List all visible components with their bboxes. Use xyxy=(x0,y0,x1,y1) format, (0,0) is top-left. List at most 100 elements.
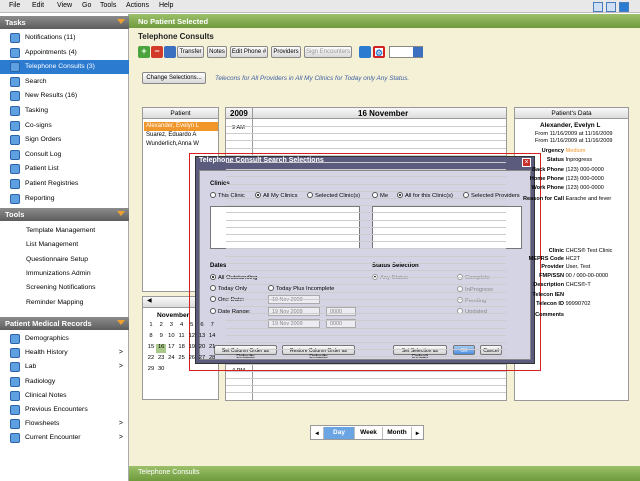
menu-actions[interactable]: Actions xyxy=(126,2,149,9)
sidebar-item-search[interactable]: Search xyxy=(0,75,129,89)
sidebar-item-consult-log[interactable]: Consult Log xyxy=(0,148,129,162)
calendar-day[interactable]: 19 xyxy=(187,344,197,353)
calendar-day[interactable]: 17 xyxy=(166,344,176,353)
calendar-day[interactable]: 26 xyxy=(187,355,197,364)
calendar-day[interactable]: 5 xyxy=(187,322,197,331)
tab-month[interactable]: Month xyxy=(382,427,411,439)
ien-row: Telecon IEN xyxy=(516,292,564,298)
calendar-day[interactable]: 10 xyxy=(166,333,176,342)
print-dropdown[interactable] xyxy=(389,46,423,58)
chevron-down-icon xyxy=(117,320,125,325)
calendar-day[interactable]: 9 xyxy=(156,333,166,342)
calendar-day[interactable]: 23 xyxy=(156,355,166,364)
tab-day[interactable]: Day xyxy=(323,427,354,439)
sidebar-item-sign-orders[interactable]: Sign Orders xyxy=(0,133,129,147)
edit-phone-button[interactable]: Edit Phone # xyxy=(230,46,268,58)
refresh-icon[interactable] xyxy=(359,46,371,58)
calendar-day[interactable]: 16 xyxy=(156,344,167,353)
calendar-day[interactable]: 12 xyxy=(187,333,197,342)
records-item[interactable]: Previous Encounters xyxy=(0,403,129,417)
cosign-icon xyxy=(10,120,20,131)
calendar-day[interactable]: 30 xyxy=(156,366,166,375)
providers-button[interactable]: Providers xyxy=(271,46,301,58)
menu-go[interactable]: Go xyxy=(82,2,91,9)
tools-item[interactable]: Screening Notifications xyxy=(0,281,129,295)
filter-description: Telecons for All Providers in All My Cli… xyxy=(215,75,410,82)
tools-item[interactable]: List Management xyxy=(0,238,129,252)
flowsheets-icon xyxy=(10,419,20,430)
menu-view[interactable]: View xyxy=(57,2,72,9)
tab-week[interactable]: Week xyxy=(354,427,382,439)
records-item[interactable]: Current Encounter > xyxy=(0,431,129,445)
tools-item[interactable]: Template Management xyxy=(0,224,129,238)
settings-gear-icon[interactable]: ⚙ xyxy=(373,46,385,58)
calendar-day[interactable]: 1 xyxy=(146,322,156,331)
next-arrow-icon[interactable]: ▸ xyxy=(411,427,423,439)
calendar-day[interactable]: 13 xyxy=(197,333,207,342)
calendar-day[interactable]: 29 xyxy=(146,366,156,375)
sign-encounters-button[interactable]: Sign Encounters xyxy=(304,46,352,58)
comments-row: Comments xyxy=(516,312,564,318)
patient-column-header[interactable]: Patient xyxy=(143,108,218,119)
sidebar-item-results[interactable]: New Results (16) xyxy=(0,89,129,103)
calendar-day[interactable]: 11 xyxy=(177,333,187,342)
calendar-day[interactable]: 25 xyxy=(177,355,187,364)
tools-item[interactable]: Immunizations Admin xyxy=(0,267,129,281)
records-item[interactable]: Lab > xyxy=(0,360,129,374)
menu-file[interactable]: File xyxy=(9,2,20,9)
tasks-header[interactable]: Tasks xyxy=(0,16,129,29)
sidebar-item-reporting[interactable]: Reporting xyxy=(0,192,129,206)
tools-header[interactable]: Tools xyxy=(0,208,129,221)
calendar-day[interactable]: 15 xyxy=(146,344,156,353)
sidebar-item-registries[interactable]: Patient Registries xyxy=(0,177,129,191)
calendar-day[interactable]: 14 xyxy=(207,333,217,342)
calendar-day[interactable]: 27 xyxy=(197,355,207,364)
prev-year-button[interactable]: ◀ xyxy=(147,297,152,304)
sidebar-item-notifications[interactable]: Notifications (11) xyxy=(0,31,129,45)
menu-help[interactable]: Help xyxy=(159,2,173,9)
notes-button[interactable]: Notes xyxy=(207,46,227,58)
sidebar-item-tasking[interactable]: Tasking xyxy=(0,104,129,118)
sidebar-item-appointments[interactable]: Appointments (4) xyxy=(0,46,129,60)
calendar-day[interactable]: 2 xyxy=(156,322,166,331)
calendar-day[interactable]: 20 xyxy=(197,344,207,353)
calendar-day[interactable]: 3 xyxy=(166,322,176,331)
time-slot-line xyxy=(226,327,506,329)
list-item[interactable]: Wunderlich,Anna W xyxy=(144,140,218,149)
records-item[interactable]: Demographics xyxy=(0,332,129,346)
grid-icon[interactable] xyxy=(593,2,603,12)
change-selections-button[interactable]: Change Selections... xyxy=(142,72,206,84)
encounters-icon xyxy=(10,405,20,415)
sidebar-item-patient-list[interactable]: Patient List xyxy=(0,162,129,176)
list-item[interactable]: Alexander, Evelyn L xyxy=(144,122,218,131)
calendar-day[interactable]: 24 xyxy=(166,355,176,364)
records-header[interactable]: Patient Medical Records xyxy=(0,317,129,330)
add-button[interactable]: + xyxy=(138,46,150,58)
records-item[interactable]: Flowsheets > xyxy=(0,417,129,431)
remove-button[interactable]: − xyxy=(151,46,163,58)
records-item[interactable]: Radiology xyxy=(0,375,129,389)
calendar-day[interactable]: 18 xyxy=(177,344,187,353)
menu-tools[interactable]: Tools xyxy=(100,2,116,9)
calendar-day[interactable]: 21 xyxy=(207,344,217,353)
calendar-day[interactable]: 28 xyxy=(207,355,217,364)
tools-item[interactable]: Reminder Mapping xyxy=(0,296,129,310)
records-item[interactable]: Clinical Notes xyxy=(0,389,129,403)
tools-item[interactable]: Questionnaire Setup xyxy=(0,253,129,267)
menu-edit[interactable]: Edit xyxy=(32,2,44,9)
calendar-day[interactable]: 4 xyxy=(177,322,187,331)
phone-icon[interactable] xyxy=(619,2,629,12)
transfer-button[interactable]: Transfer xyxy=(177,46,204,58)
folder-icon[interactable] xyxy=(164,46,176,58)
records-item[interactable]: Health History > xyxy=(0,346,129,360)
prev-arrow-icon[interactable]: ◂ xyxy=(311,427,323,439)
sidebar-item-cosign[interactable]: Co-signs xyxy=(0,119,129,133)
calendar-day[interactable]: 7 xyxy=(207,322,217,331)
calendar-icon[interactable] xyxy=(606,2,616,12)
list-item[interactable]: Suarez, Eduardo A xyxy=(144,131,218,140)
sidebar-item-telephone[interactable]: Telephone Consults (3) xyxy=(0,60,129,75)
calendar-day[interactable]: 22 xyxy=(146,355,156,364)
calendar-day[interactable]: 6 xyxy=(197,322,207,331)
phone1-row: Back Phone (123) 000-0000 xyxy=(516,167,604,173)
calendar-day[interactable]: 8 xyxy=(146,333,156,342)
